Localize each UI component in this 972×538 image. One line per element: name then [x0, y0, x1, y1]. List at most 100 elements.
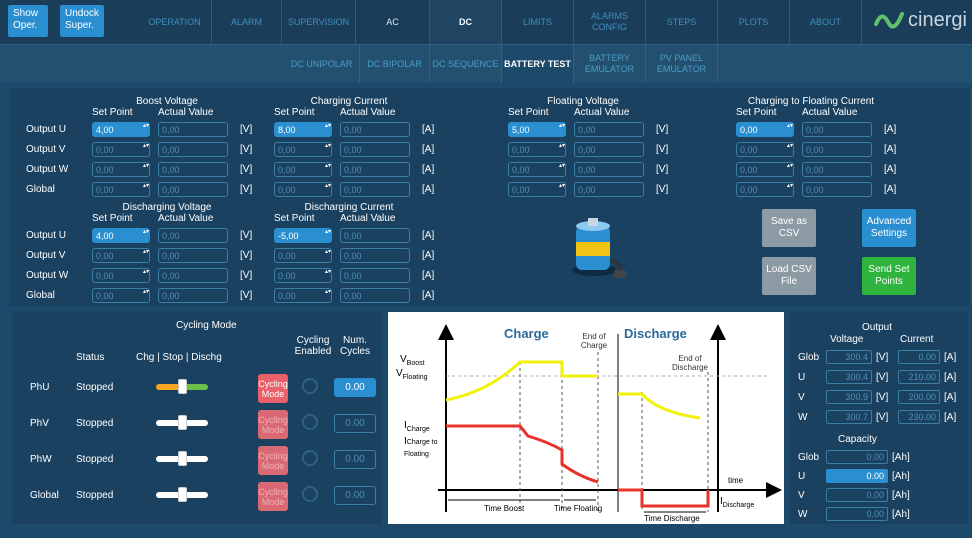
charging-current-setpoint-input[interactable]: 0,00 ▴▾: [274, 142, 332, 157]
tab-alarm[interactable]: ALARM: [212, 0, 282, 44]
boost-voltage-setpoint-input[interactable]: 4,00 ▴▾: [92, 122, 150, 137]
discharging-voltage-setpoint-input[interactable]: 0,00 ▴▾: [92, 288, 150, 303]
mode-slider[interactable]: [156, 415, 208, 430]
floating-voltage-setpoint-input[interactable]: 0,00 ▴▾: [508, 182, 566, 197]
floating-voltage-setpoint-input[interactable]: 5,00 ▴▾: [508, 122, 566, 137]
spinner-icon[interactable]: ▴▾: [325, 229, 331, 241]
spinner-icon[interactable]: ▴▾: [325, 163, 331, 175]
num-cycles-input[interactable]: 0.00: [334, 450, 376, 469]
spinner-icon[interactable]: ▴▾: [325, 123, 331, 135]
spinner-icon[interactable]: ▴▾: [143, 163, 149, 175]
undock-super-button[interactable]: Undock Super.: [60, 5, 104, 37]
output-voltage-value: 300.4: [826, 350, 872, 364]
mode-slider[interactable]: [156, 451, 208, 466]
spinner-icon[interactable]: ▴▾: [559, 143, 565, 155]
spinner-icon[interactable]: ▴▾: [143, 289, 149, 301]
slider-knob[interactable]: [178, 415, 187, 430]
num-cycles-input[interactable]: 0.00: [334, 378, 376, 397]
advanced-settings-button[interactable]: Advanced Settings: [862, 209, 916, 247]
tab-steps[interactable]: STEPS: [646, 0, 718, 44]
slider-knob[interactable]: [178, 379, 187, 394]
floating-voltage-setpoint-input[interactable]: 0,00 ▴▾: [508, 162, 566, 177]
top-nav-bar: Show Oper. Undock Super. OPERATION ALARM…: [0, 0, 972, 44]
discharging-current-setpoint-input[interactable]: -5,00 ▴▾: [274, 228, 332, 243]
spinner-icon[interactable]: ▴▾: [143, 229, 149, 241]
spinner-icon[interactable]: ▴▾: [559, 123, 565, 135]
charging-current-setpoint-input[interactable]: 0,00 ▴▾: [274, 162, 332, 177]
mode-slider[interactable]: [156, 487, 208, 502]
discharging-current-setpoint-input[interactable]: 0,00 ▴▾: [274, 248, 332, 263]
charging-to-floating-current-setpoint-input[interactable]: 0,00 ▴▾: [736, 182, 794, 197]
boost-voltage-setpoint-input[interactable]: 0,00 ▴▾: [92, 162, 150, 177]
tab-plots[interactable]: PLOTS: [718, 0, 790, 44]
cycling-mode-button[interactable]: Cycling Mode: [258, 482, 288, 511]
subtab-battery-test[interactable]: BATTERY TEST: [502, 45, 574, 83]
spinner-icon[interactable]: ▴▾: [325, 143, 331, 155]
tab-dc[interactable]: DC: [430, 0, 502, 44]
floating-voltage-setpoint-input[interactable]: 0,00 ▴▾: [508, 142, 566, 157]
tab-supervision[interactable]: SUPERVISION: [282, 0, 356, 44]
cycling-enabled-checkbox[interactable]: [302, 450, 318, 466]
num-cycles-input[interactable]: 0.00: [334, 486, 376, 505]
spinner-icon[interactable]: ▴▾: [143, 143, 149, 155]
current-unit: [A]: [944, 392, 957, 403]
spinner-icon[interactable]: ▴▾: [787, 143, 793, 155]
show-oper-button[interactable]: Show Oper.: [8, 5, 48, 37]
save-csv-button[interactable]: Save as CSV: [762, 209, 816, 247]
num-cycles-header: Num. Cycles: [339, 335, 370, 357]
spinner-icon[interactable]: ▴▾: [559, 183, 565, 195]
charging-current-setpoint-input[interactable]: 8,00 ▴▾: [274, 122, 332, 137]
spinner-icon[interactable]: ▴▾: [325, 183, 331, 195]
tab-limits[interactable]: LIMITS: [502, 0, 574, 44]
tab-about[interactable]: ABOUT: [790, 0, 862, 44]
cycling-enabled-checkbox[interactable]: [302, 486, 318, 502]
spinner-icon[interactable]: ▴▾: [559, 163, 565, 175]
spinner-icon[interactable]: ▴▾: [143, 183, 149, 195]
spinner-icon[interactable]: ▴▾: [325, 289, 331, 301]
discharging-current-setpoint-input[interactable]: 0,00 ▴▾: [274, 268, 332, 283]
send-set-points-button[interactable]: Send Set Points: [862, 257, 916, 295]
subtab-dc-sequence[interactable]: DC SEQUENCE: [430, 45, 502, 83]
discharging-voltage-setpoint-input[interactable]: 0,00 ▴▾: [92, 268, 150, 283]
spinner-icon[interactable]: ▴▾: [787, 183, 793, 195]
tab-alarms-config[interactable]: ALARMS CONFIG: [574, 0, 646, 44]
discharging-current-actual-input: 0,00: [340, 288, 410, 303]
slider-knob[interactable]: [178, 451, 187, 466]
num-cycles-input[interactable]: 0.00: [334, 414, 376, 433]
spinner-icon[interactable]: ▴▾: [787, 123, 793, 135]
tab-ac[interactable]: AC: [356, 0, 430, 44]
spinner-icon[interactable]: ▴▾: [325, 249, 331, 261]
charging-to-floating-current-setpoint-input[interactable]: 0,00 ▴▾: [736, 142, 794, 157]
cycling-mode-button[interactable]: Cycling Mode: [258, 446, 288, 475]
discharging-voltage-setpoint-input[interactable]: 4,00 ▴▾: [92, 228, 150, 243]
cycling-enabled-checkbox[interactable]: [302, 414, 318, 430]
subtab-dc-unipolar[interactable]: DC UNIPOLAR: [284, 45, 360, 83]
spinner-icon[interactable]: ▴▾: [143, 269, 149, 281]
boost-voltage-setpoint-input[interactable]: 0,00 ▴▾: [92, 142, 150, 157]
boost-voltage-setpoint-input[interactable]: 0,00 ▴▾: [92, 182, 150, 197]
subtab-pv-panel-emulator[interactable]: PV PANEL EMULATOR: [646, 45, 718, 83]
unit-label: [V]: [240, 290, 253, 301]
slider-knob[interactable]: [178, 487, 187, 502]
subtab-dc-bipolar[interactable]: DC BIPOLAR: [360, 45, 430, 83]
subtab-battery-emulator[interactable]: BATTERY EMULATOR: [574, 45, 646, 83]
status-value: Stopped: [76, 490, 114, 501]
spinner-icon[interactable]: ▴▾: [787, 163, 793, 175]
capacity-row-label: W: [798, 509, 808, 520]
load-csv-button[interactable]: Load CSV File: [762, 257, 816, 295]
charging-to-floating-current-setpoint-input[interactable]: 0,00 ▴▾: [736, 122, 794, 137]
spinner-icon[interactable]: ▴▾: [325, 269, 331, 281]
spinner-icon[interactable]: ▴▾: [143, 123, 149, 135]
tab-operation[interactable]: OPERATION: [138, 0, 212, 44]
cycling-enabled-checkbox[interactable]: [302, 378, 318, 394]
row-label: Output U: [26, 124, 67, 135]
cycling-mode-button[interactable]: Cycling Mode: [258, 374, 288, 403]
discharging-voltage-setpoint-input[interactable]: 0,00 ▴▾: [92, 248, 150, 263]
spinner-icon[interactable]: ▴▾: [143, 249, 149, 261]
charging-to-floating-current-setpoint-input[interactable]: 0,00 ▴▾: [736, 162, 794, 177]
cycling-mode-button[interactable]: Cycling Mode: [258, 410, 288, 439]
discharging-current-setpoint-input[interactable]: 0,00 ▴▾: [274, 288, 332, 303]
charging-current-setpoint-input[interactable]: 0,00 ▴▾: [274, 182, 332, 197]
mode-slider[interactable]: [156, 379, 208, 394]
status-value: Stopped: [76, 382, 114, 393]
